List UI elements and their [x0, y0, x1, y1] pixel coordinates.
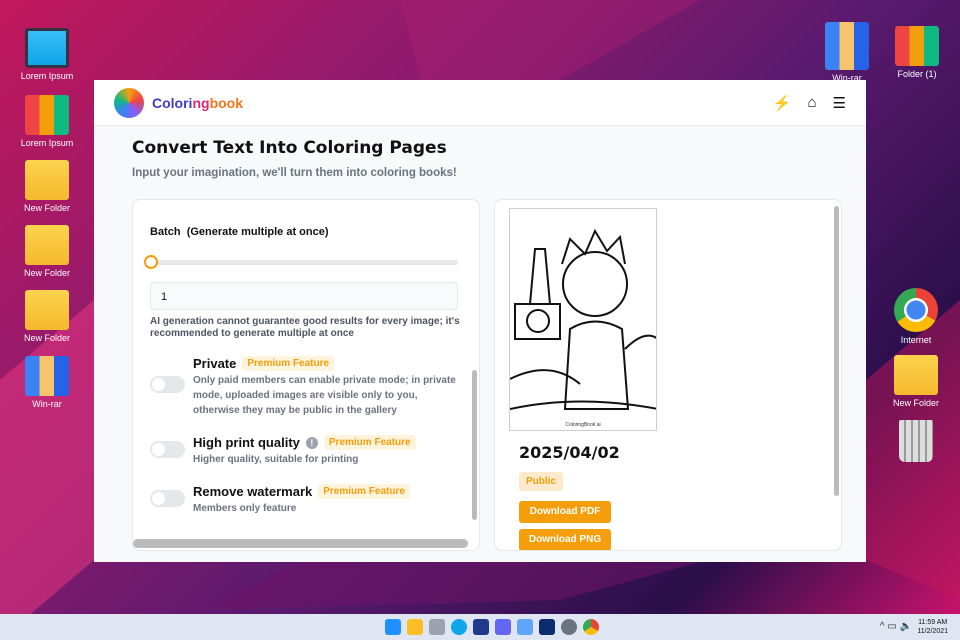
desktop-icon-folder[interactable]: New Folder: [12, 290, 82, 343]
option-title: Remove watermark: [193, 484, 313, 499]
chrome-icon[interactable]: [583, 619, 599, 635]
private-toggle[interactable]: [150, 376, 185, 393]
system-tray-icons[interactable]: ^ ▭ 🔈: [880, 621, 912, 632]
batch-label: Batch (Generate multiple at once): [150, 226, 329, 238]
remove-watermark-toggle[interactable]: [150, 490, 185, 507]
slider-thumb[interactable]: [144, 255, 158, 269]
results-scrollbar[interactable]: [834, 206, 839, 496]
desktop-icon-label: New Folder: [23, 203, 70, 213]
teams-icon[interactable]: [495, 619, 511, 635]
desktop-icon-computer[interactable]: Lorem Ipsum: [12, 28, 82, 81]
browser-window: Coloringbook ⚡ ⌂ ☰ Convert Text Into Col…: [94, 80, 866, 562]
desktop-icon-label: Win-rar: [32, 399, 62, 409]
clock[interactable]: 11:59 AM 11/2/2021: [917, 618, 948, 636]
premium-badge: Premium Feature: [323, 435, 416, 450]
settings-panel: Batch (Generate multiple at once) 1 AI g…: [132, 199, 480, 551]
option-desc: Only paid members can enable private mod…: [193, 375, 456, 416]
edge-icon[interactable]: [451, 619, 467, 635]
desktop-icon-label: Folder (1): [897, 69, 937, 79]
premium-badge: Premium Feature: [242, 356, 335, 371]
batch-slider[interactable]: [144, 255, 458, 269]
settings-icon[interactable]: [561, 619, 577, 635]
desktop-icon-label: New Folder: [23, 268, 70, 278]
download-png-button[interactable]: Download PNG: [519, 529, 611, 550]
desktop-icon-label: Internet: [900, 335, 932, 345]
brand-part: book: [209, 94, 244, 111]
desktop-icon-binders[interactable]: Folder (1): [882, 26, 952, 79]
visibility-badge: Public: [519, 472, 564, 491]
store-icon[interactable]: [473, 619, 489, 635]
option-title: Private: [193, 356, 237, 371]
desktop-icon-folder[interactable]: New Folder: [12, 160, 82, 213]
home-icon[interactable]: ⌂: [807, 94, 816, 112]
desktop-icon-label: New Folder: [23, 333, 70, 343]
desktop-icon-label: Lorem Ipsum: [20, 138, 74, 148]
clock-time: 11:59 AM: [918, 619, 948, 626]
recycle-bin-icon[interactable]: [881, 420, 951, 465]
lightning-icon[interactable]: ⚡: [773, 94, 792, 112]
download-pdf-button[interactable]: Download PDF: [519, 501, 611, 523]
option-title: High print quality: [193, 435, 300, 450]
page-title: Convert Text Into Coloring Pages: [132, 138, 447, 158]
desktop-icon-binders[interactable]: Lorem Ipsum: [12, 95, 82, 148]
option-desc: Higher quality, suitable for printing: [193, 454, 359, 465]
desktop-icon-label: New Folder: [892, 398, 939, 408]
result-card: ColoringBook.ai 2025/04/02 Public Downlo…: [509, 208, 657, 550]
menu-icon[interactable]: ☰: [833, 94, 846, 112]
desktop-icon-chrome[interactable]: Internet: [881, 288, 951, 345]
camera-icon[interactable]: [429, 619, 445, 635]
option-desc: Members only feature: [193, 503, 297, 514]
batch-hint: (Generate multiple at once): [186, 226, 329, 238]
clock-date: 11/2/2021: [917, 628, 948, 635]
desktop-icon-winrar[interactable]: Win-rar: [812, 22, 882, 83]
desktop-icon-folder[interactable]: New Folder: [12, 225, 82, 278]
desktop-icon-label: Lorem Ipsum: [20, 71, 74, 81]
brand-part: ng: [192, 94, 210, 111]
batch-title: Batch: [150, 226, 181, 238]
batch-count-input[interactable]: 1: [150, 282, 458, 310]
batch-note: AI generation cannot guarantee good resu…: [150, 316, 460, 339]
desktop-icon-winrar[interactable]: Win-rar: [12, 356, 82, 409]
coloring-page-image[interactable]: ColoringBook.ai: [509, 208, 657, 431]
watermark-text: ColoringBook.ai: [565, 422, 601, 428]
result-date: 2025/04/02: [519, 443, 620, 462]
app-header: Coloringbook ⚡ ⌂ ☰: [94, 80, 866, 126]
palette-logo-icon[interactable]: [114, 87, 144, 118]
paint-icon[interactable]: [517, 619, 533, 635]
vertical-scrollbar[interactable]: [472, 370, 477, 520]
brand-part: Colori: [152, 94, 193, 111]
desktop-icon-folder[interactable]: New Folder: [881, 355, 951, 408]
info-icon[interactable]: !: [305, 436, 318, 449]
brand-name[interactable]: Coloringbook: [152, 95, 243, 111]
high-print-quality-toggle[interactable]: [150, 441, 185, 458]
premium-badge: Premium Feature: [318, 484, 410, 499]
start-icon[interactable]: [385, 619, 401, 635]
page-subtitle: Input your imagination, we'll turn them …: [132, 167, 457, 179]
app-icon[interactable]: [539, 619, 555, 635]
file-explorer-icon[interactable]: [407, 619, 423, 635]
taskbar: ^ ▭ 🔈 11:59 AM 11/2/2021: [0, 614, 960, 640]
horizontal-scrollbar[interactable]: [133, 539, 468, 548]
results-panel: ColoringBook.ai 2025/04/02 Public Downlo…: [494, 199, 842, 551]
